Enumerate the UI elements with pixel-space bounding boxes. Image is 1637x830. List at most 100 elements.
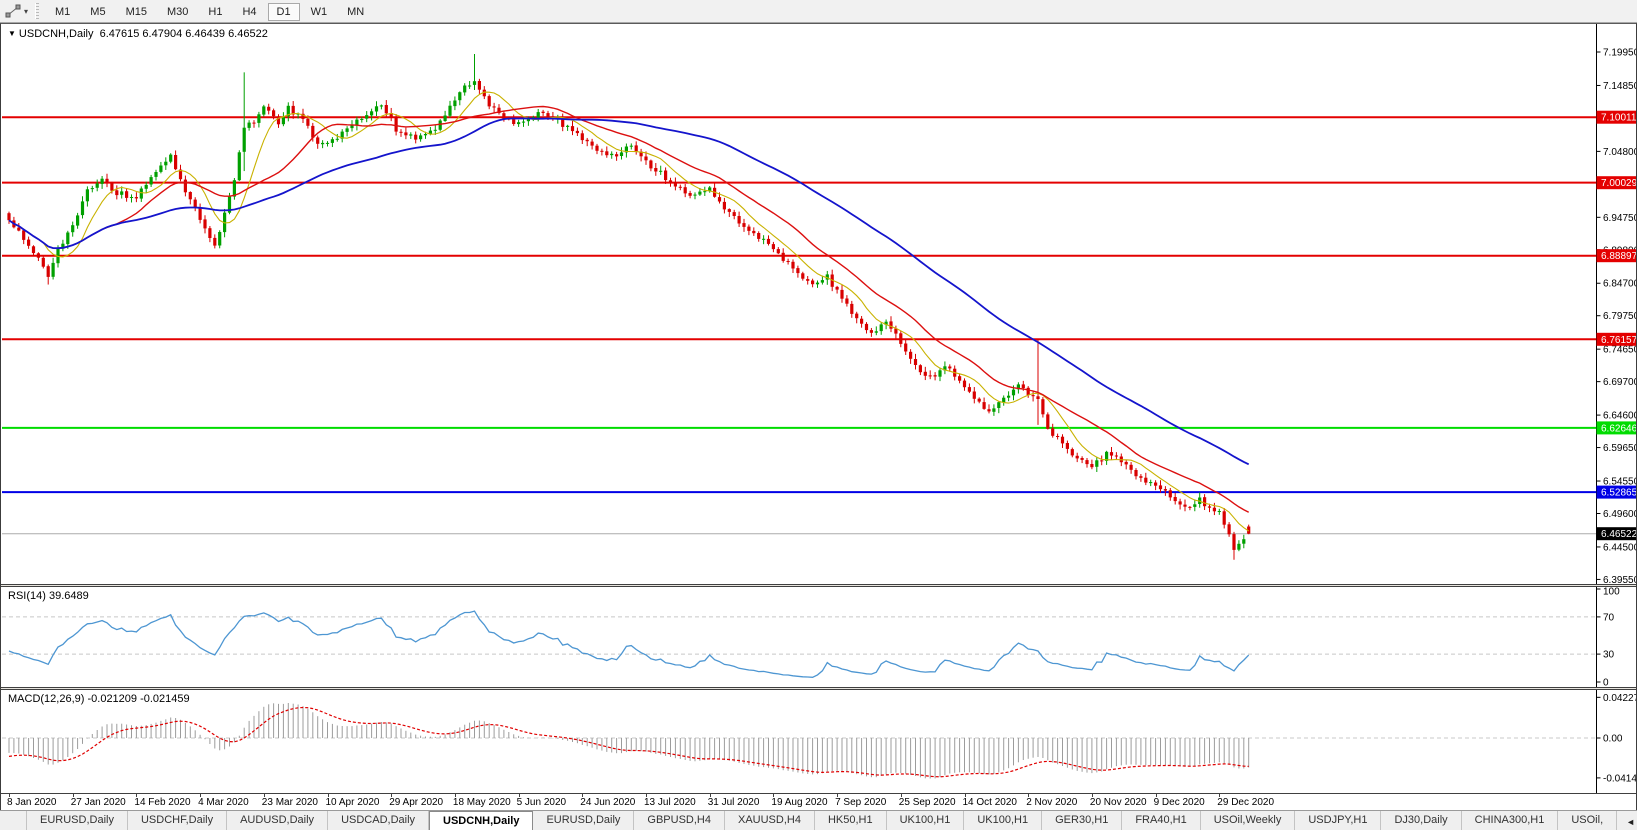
chart-tab-xauusd-h4[interactable]: XAUUSD,H4 [725, 811, 815, 830]
rsi-axis-tick: 30 [1603, 650, 1615, 661]
chart-tab-china300-h1[interactable]: CHINA300,H1 [1462, 811, 1559, 830]
macd-label: MACD(12,26,9) -0.021209 -0.021459 [8, 693, 190, 705]
date-label: 29 Apr 2020 [389, 797, 443, 808]
price-axis-tick: 6.59650 [1603, 443, 1636, 454]
date-label: 4 Mar 2020 [198, 797, 249, 808]
macd-axis-tick: -0.04148 [1603, 773, 1636, 784]
date-label: 13 Jul 2020 [644, 797, 696, 808]
macd-axis-tick: 0.042275 [1603, 693, 1636, 704]
level-price-label: 7.10011 [1601, 113, 1636, 124]
chart-tab-bar: EURUSD,DailyUSDCHF,DailyAUDUSD,DailyUSDC… [0, 810, 1637, 830]
chart-tab-uk100-h1[interactable]: UK100,H1 [964, 811, 1042, 830]
price-axis-tick: 6.79750 [1603, 311, 1636, 322]
price-chart-pane[interactable]: ▼USDCNH,Daily 6.47615 6.47904 6.46439 6.… [1, 24, 1636, 584]
chart-tab-ger30-h1[interactable]: GER30,H1 [1042, 811, 1122, 830]
moving-average-fast [9, 92, 1249, 531]
trendline-tool-icon [5, 4, 22, 19]
chart-ohlc-values: 6.47615 6.47904 6.46439 6.46522 [100, 28, 268, 40]
chart-tab-usdcad-daily[interactable]: USDCAD,Daily [328, 811, 429, 830]
level-price-label: 6.52865 [1601, 488, 1636, 499]
chart-title: ▼USDCNH,Daily 6.47615 6.47904 6.46439 6.… [8, 28, 268, 40]
timeframe-button-m5[interactable]: M5 [81, 3, 114, 21]
price-axis-tick: 6.84700 [1603, 279, 1636, 290]
date-label: 25 Sep 2020 [899, 797, 956, 808]
date-label: 20 Nov 2020 [1090, 797, 1147, 808]
date-label: 31 Jul 2020 [708, 797, 760, 808]
date-axis[interactable]: 8 Jan 2020 27 Jan 2020 14 Feb 2020 4 Mar 20… [1, 793, 1636, 810]
chart-tab-usdchf-daily[interactable]: USDCHF,Daily [128, 811, 227, 830]
timeframe-button-m1[interactable]: M1 [46, 3, 79, 21]
price-axis-tick: 6.74650 [1603, 345, 1636, 356]
date-label: 18 May 2020 [453, 797, 511, 808]
macd-axis-tick: 0.00 [1603, 734, 1623, 745]
price-axis-tick: 6.64600 [1603, 411, 1636, 422]
chart-tab-fra40-h1[interactable]: FRA40,H1 [1122, 811, 1200, 830]
date-label: 7 Sep 2020 [835, 797, 886, 808]
chart-tab-usoil-weekly[interactable]: USOil,Weekly [1201, 811, 1296, 830]
chart-tab-hk50-h1[interactable]: HK50,H1 [815, 811, 887, 830]
price-axis-tick: 6.94750 [1603, 213, 1636, 224]
date-label: 2 Nov 2020 [1026, 797, 1077, 808]
chart-tab-usdcnh-daily[interactable]: USDCNH,Daily [429, 811, 533, 830]
chart-tab-gbpusd-h4[interactable]: GBPUSD,H4 [634, 811, 725, 830]
macd-signal-value: -0.021459 [140, 693, 190, 705]
chart-tab-audusd-daily[interactable]: AUDUSD,Daily [227, 811, 328, 830]
date-label: 23 Mar 2020 [262, 797, 318, 808]
date-label: 8 Jan 2020 [7, 797, 57, 808]
chart-tab-eurusd-daily[interactable]: EURUSD,Daily [26, 811, 128, 830]
date-label: 14 Oct 2020 [963, 797, 1017, 808]
macd-plot[interactable]: 0.042275 0.00 -0.04148 [1, 690, 1636, 793]
chart-title-caret-icon[interactable]: ▼ [8, 29, 16, 38]
date-label: 29 Dec 2020 [1217, 797, 1274, 808]
chart-tool-button[interactable]: ▾ [0, 0, 33, 22]
timeframe-toolbar: ▾ M1M5M15M30H1H4D1W1MN [0, 0, 1637, 23]
tab-scroll-left-icon[interactable]: ◄ [1623, 814, 1637, 830]
price-axis-tick: 6.69700 [1603, 377, 1636, 388]
toolbar-grip[interactable] [35, 3, 39, 19]
timeframe-button-d1[interactable]: D1 [268, 3, 300, 21]
timeframe-button-h4[interactable]: H4 [233, 3, 265, 21]
chart-tab-uk100-h1[interactable]: UK100,H1 [887, 811, 965, 830]
rsi-label: RSI(14) 39.6489 [8, 590, 89, 602]
macd-value: -0.021209 [87, 693, 137, 705]
chevron-down-icon[interactable]: ▾ [24, 7, 28, 16]
timeframe-button-m15[interactable]: M15 [117, 3, 156, 21]
timeframe-button-h1[interactable]: H1 [199, 3, 231, 21]
date-label: 19 Aug 2020 [771, 797, 827, 808]
moving-average-medium [9, 107, 1249, 513]
chart-tab-eurusd-daily[interactable]: EURUSD,Daily [533, 811, 634, 830]
level-price-label: 6.76157 [1601, 335, 1636, 346]
macd-indicator-pane[interactable]: MACD(12,26,9) -0.021209 -0.021459 0.0422… [1, 690, 1636, 793]
price-axis-tick: 7.14850 [1603, 81, 1636, 92]
chart-symbol-label: USDCNH,Daily [19, 28, 94, 40]
timeframe-button-w1[interactable]: W1 [302, 3, 337, 21]
rsi-indicator-pane[interactable]: RSI(14) 39.6489 100 70 30 0 [1, 587, 1636, 687]
timeframe-button-mn[interactable]: MN [338, 3, 373, 21]
date-label: 14 Feb 2020 [134, 797, 190, 808]
price-axis-tick: 6.49600 [1603, 509, 1636, 520]
level-price-label: 7.00029 [1601, 178, 1636, 189]
moving-average-slow [9, 118, 1249, 464]
level-price-label: 6.88897 [1601, 251, 1636, 262]
rsi-value: 39.6489 [49, 590, 89, 602]
rsi-axis-tick: 100 [1603, 587, 1620, 598]
price-axis-tick: 6.44500 [1603, 543, 1636, 554]
chart-tab-usdjpy-h1[interactable]: USDJPY,H1 [1295, 811, 1381, 830]
current-price-label: 6.46522 [1601, 529, 1636, 540]
price-axis-tick: 7.19950 [1603, 48, 1636, 59]
chart-window: ▼USDCNH,Daily 6.47615 6.47904 6.46439 6.… [0, 23, 1637, 811]
date-label: 9 Dec 2020 [1154, 797, 1205, 808]
chart-tab-dj30-daily[interactable]: DJ30,Daily [1381, 811, 1461, 830]
date-label: 27 Jan 2020 [71, 797, 126, 808]
chart-tab-usoil-[interactable]: USOil, [1558, 811, 1617, 830]
trading-terminal-window: ▾ M1M5M15M30H1H4D1W1MN ▼USDCNH,Daily 6.4… [0, 0, 1637, 830]
price-axis-tick: 6.39550 [1603, 575, 1636, 584]
level-price-label: 6.62646 [1601, 423, 1636, 434]
price-axis-tick: 7.04800 [1603, 147, 1636, 158]
rsi-axis-tick: 0 [1603, 678, 1609, 688]
timeframe-button-m30[interactable]: M30 [158, 3, 197, 21]
date-label: 10 Apr 2020 [326, 797, 380, 808]
rsi-plot[interactable]: 100 70 30 0 [1, 587, 1636, 687]
candlestick-chart[interactable]: 7.199507.148507.099007.048006.997506.947… [1, 24, 1636, 584]
rsi-axis-tick: 70 [1603, 612, 1615, 623]
